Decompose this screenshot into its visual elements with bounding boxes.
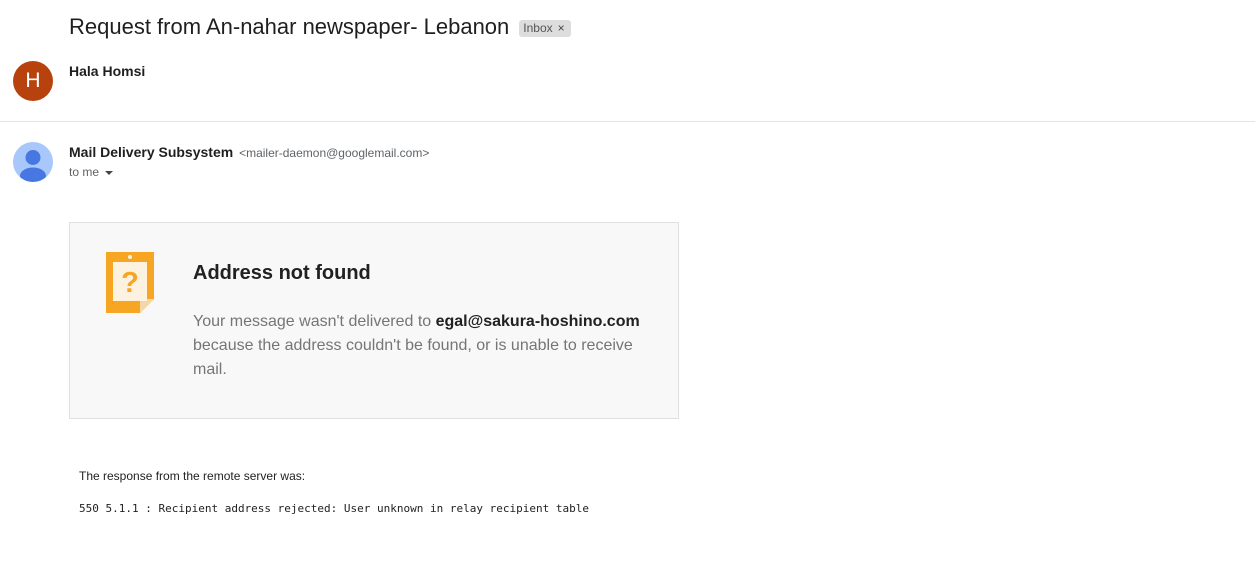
sender-email: <mailer-daemon@googlemail.com> <box>239 146 430 160</box>
message-sender: Mail Delivery Subsystem <mailer-daemon@g… <box>69 144 429 160</box>
subject-row: Request from An-nahar newspaper- Lebanon… <box>69 12 571 42</box>
bounce-notice: ? Address not found Your message wasn't … <box>69 222 679 419</box>
inbox-label-text: Inbox <box>523 21 553 35</box>
inbox-label-chip[interactable]: Inbox × <box>519 19 571 37</box>
email-subject: Request from An-nahar newspaper- Lebanon <box>69 14 510 39</box>
notice-body-after: because the address couldn't be found, o… <box>193 337 633 378</box>
avatar[interactable] <box>13 142 53 182</box>
server-response-label: The response from the remote server was: <box>79 469 306 483</box>
sender-name[interactable]: Mail Delivery Subsystem <box>69 144 233 160</box>
message-divider <box>0 121 1255 122</box>
avatar-letter: H <box>25 69 41 92</box>
collapsed-message-sender[interactable]: Hala Homsi <box>69 63 145 79</box>
recipient-details-toggle[interactable]: to me <box>69 165 114 179</box>
notice-title: Address not found <box>193 262 371 284</box>
notice-body: Your message wasn't delivered to egal@sa… <box>193 310 643 382</box>
notice-body-before: Your message wasn't delivered to <box>193 313 436 330</box>
person-icon <box>20 150 46 182</box>
server-response-code: 550 5.1.1 : Recipient address rejected: … <box>79 502 589 515</box>
chevron-down-icon[interactable] <box>105 170 114 175</box>
remove-label-icon[interactable]: × <box>558 21 565 35</box>
recipient-address: egal@sakura-hoshino.com <box>435 313 640 330</box>
svg-text:?: ? <box>121 267 139 299</box>
avatar[interactable]: H <box>13 61 53 101</box>
recipient-line: to me <box>69 165 100 179</box>
warning-note-icon: ? <box>106 252 154 313</box>
